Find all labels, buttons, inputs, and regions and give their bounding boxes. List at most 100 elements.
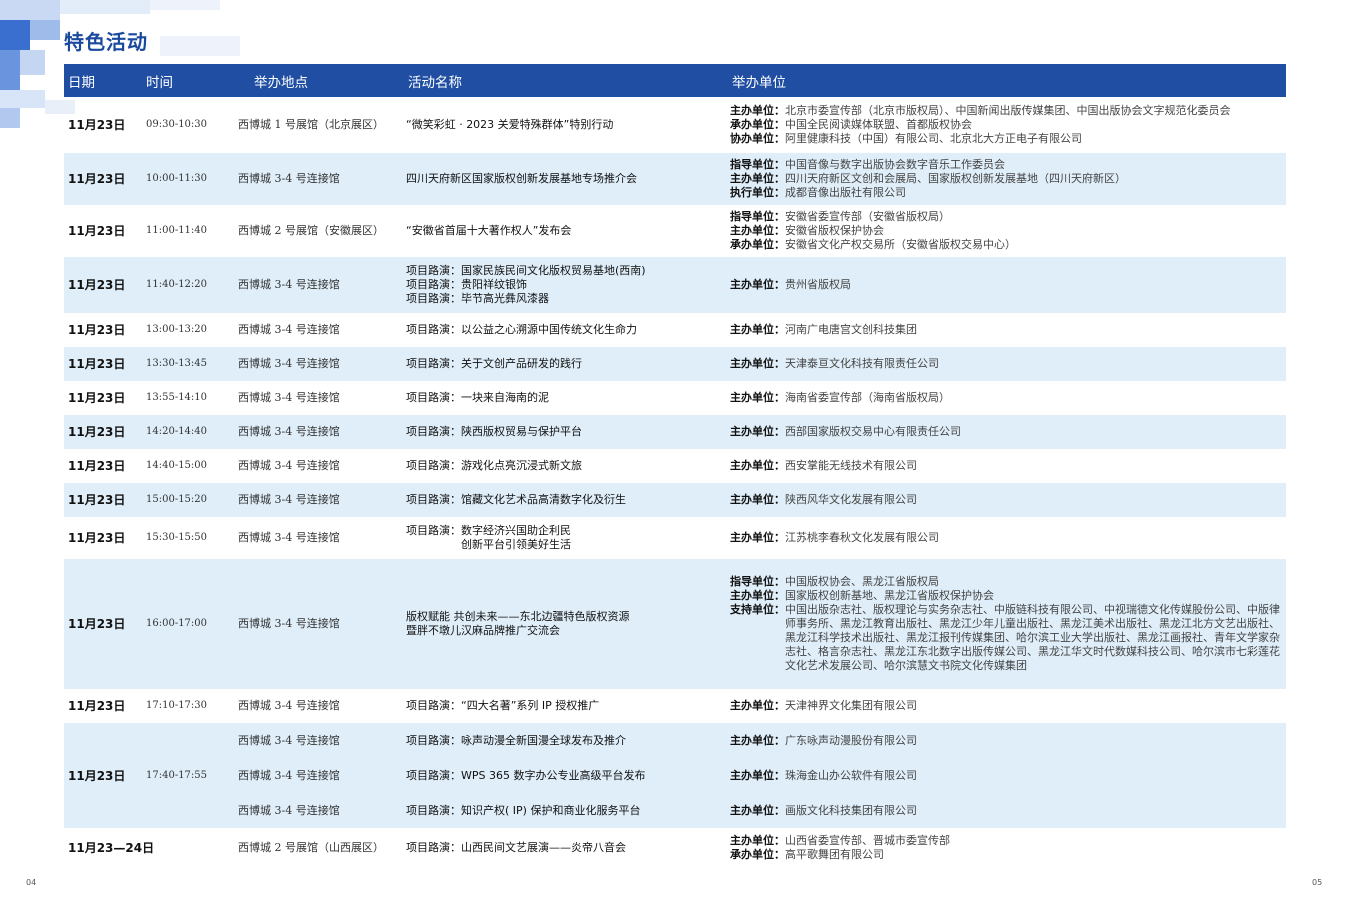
organizer-names: 陕西风华文化发展有限公司: [785, 493, 917, 506]
event-date: 11月23日: [64, 559, 142, 689]
organizer-role: 执行单位：: [730, 186, 785, 199]
table-row: 11月23—24日 西博城 2 号展馆（山西展区） 项目路演：山西民间文艺展演——炎…: [64, 828, 1286, 868]
organizer-role: 主办单位：: [730, 323, 785, 336]
table-row: 11月23日 14:20-14:40 西博城 3-4 号连接馆 项目路演：陕西版权贸易…: [64, 415, 1286, 449]
organizer-cell: 主办单位： 天津神界文化集团有限公司: [726, 689, 1286, 723]
event-name-line: 项目路演：陕西版权贸易与保护平台: [406, 425, 582, 438]
table-header-row: 日期 时间 举办地点 活动名称 举办单位: [64, 64, 1286, 97]
event-name: 项目路演：一块来自海南的泥: [402, 381, 726, 415]
event-name: 项目路演：陕西版权贸易与保护平台: [402, 415, 726, 449]
table-row: 11月23日 10:00-11:30 西博城 3-4 号连接馆 四川天府新区国家版权创…: [64, 153, 1286, 205]
organizer-names: 天津神界文化集团有限公司: [785, 699, 917, 712]
event-venue: 西博城 3-4 号连接馆: [238, 459, 340, 472]
event-date: 11月23日: [68, 323, 126, 337]
organizer-names: 四川天府新区文创和会展局、国家版权创新发展基地（四川天府新区）: [785, 172, 1126, 185]
event-venue: 西博城 3-4 号连接馆: [238, 483, 402, 517]
table-row: 11月23日 17:10-17:30 西博城 3-4 号连接馆 项目路演：“四大名著”…: [64, 689, 1286, 723]
organizer-role: 承办单位：: [730, 238, 785, 251]
organizer-role: 主办单位：: [730, 768, 785, 782]
event-name-line: 项目路演：关于文创产品研发的践行: [406, 357, 582, 370]
event-name: 项目路演：“四大名著”系列 IP 授权推广: [402, 689, 726, 723]
organizer-names: 河南广电唐宫文创科技集团: [785, 323, 917, 336]
event-date: 11月23日: [68, 699, 126, 713]
event-name: “安徽省首届十大著作权人”发布会: [402, 205, 726, 257]
organizer-role: 主办单位：: [730, 589, 785, 602]
organizer-names: 安徽省委宣传部（安徽省版权局）: [785, 210, 950, 223]
event-date: 11月23日: [64, 723, 142, 828]
organizer-names: 高平歌舞团有限公司: [785, 848, 884, 861]
event-date: 11月23—24日: [68, 841, 155, 855]
event-venue: 西博城 3-4 号连接馆: [238, 347, 402, 381]
organizer-cell: 指导单位： 中国版权协会、黑龙江省版权局 主办单位： 国家版权创新基地、黑龙江省版权保…: [726, 559, 1286, 689]
organizer-cell: 主办单位： 广东咏声动漫股份有限公司: [726, 723, 1286, 758]
organizer-names: 中国全民阅读媒体联盟、首都版权协会: [785, 118, 972, 131]
event-name-line: 项目路演：以公益之心溯源中国传统文化生命力: [406, 323, 637, 336]
organizer-names: 海南省委宣传部（海南省版权局）: [785, 391, 950, 404]
organizer-role: 主办单位：: [730, 224, 785, 237]
event-name: 项目路演：关于文创产品研发的践行: [402, 347, 726, 381]
header-time: 时间: [142, 64, 238, 97]
page-number-left: 04: [26, 878, 37, 887]
event-date: 11月23日: [64, 347, 142, 381]
organizer-role: 主办单位：: [730, 104, 785, 117]
event-venue: 西博城 1 号展馆（北京展区）: [238, 118, 384, 131]
event-date: 11月23日: [68, 391, 126, 405]
organizer-line: 执行单位： 成都音像出版社有限公司: [730, 186, 1282, 200]
organizer-role: 主办单位：: [730, 493, 785, 506]
organizer-line: 主办单位： 广东咏声动漫股份有限公司: [730, 734, 1282, 748]
event-time: 15:00-15:20: [142, 483, 238, 517]
table-row: 11月23日 16:00-17:00 西博城 3-4 号连接馆 版权赋能 共创未来——…: [64, 559, 1286, 689]
organizer-role: 主办单位：: [730, 834, 785, 847]
organizer-line: 承办单位： 高平歌舞团有限公司: [730, 848, 1282, 862]
organizer-cell: 主办单位： 贵州省版权局: [726, 257, 1286, 313]
event-time: 13:00-13:20: [146, 324, 208, 335]
event-name: 项目路演：以公益之心溯源中国传统文化生命力: [402, 313, 726, 347]
table-row: 11月23日 14:40-15:00 西博城 3-4 号连接馆 项目路演：游戏化点亮沉…: [64, 449, 1286, 483]
organizer-line: 主办单位： 天津泰亘文化科技有限责任公司: [730, 357, 1282, 371]
organizer-names: 画版文化科技集团有限公司: [785, 803, 917, 817]
organizer-line: 主办单位： 北京市委宣传部（北京市版权局）、中国新闻出版传媒集团、中国出版协会文字…: [730, 104, 1282, 118]
event-date: 11月23日: [68, 531, 126, 545]
organizer-names: 西安掌能无线技术有限公司: [785, 459, 917, 472]
organizer-line: 承办单位： 中国全民阅读媒体联盟、首都版权协会: [730, 118, 1282, 132]
event-venue: 西博城 2 号展馆（山西展区）: [238, 841, 384, 854]
organizer-names: 天津泰亘文化科技有限责任公司: [785, 357, 939, 370]
event-time: 17:40-17:55: [142, 723, 238, 828]
organizer-line: 主办单位： 西安掌能无线技术有限公司: [730, 459, 1282, 473]
table-row: 11月23日 11:40-12:20 西博城 3-4 号连接馆 项目路演：国家民族民间…: [64, 257, 1286, 313]
organizer-role: 支持单位：: [730, 603, 785, 616]
table-row: 西博城 3-4 号连接馆 项目路演：WPS 365 数字办公专业高级平台发布 主办单…: [64, 758, 1286, 793]
event-time: 17:10-17:30: [146, 700, 208, 711]
organizer-cell: 主办单位： 西部国家版权交易中心有限责任公司: [726, 415, 1286, 449]
event-time: 14:40-15:00: [146, 460, 208, 471]
organizer-line: 主办单位： 天津神界文化集团有限公司: [730, 699, 1282, 713]
header-venue: 举办地点: [238, 64, 402, 97]
table-row: 11月23日 13:55-14:10 西博城 3-4 号连接馆 项目路演：一块来自海南…: [64, 381, 1286, 415]
event-time: 16:00-17:00: [142, 559, 238, 689]
organizer-role: 主办单位：: [730, 278, 785, 291]
organizer-line: 主办单位： 四川天府新区文创和会展局、国家版权创新发展基地（四川天府新区）: [730, 172, 1282, 186]
organizer-cell: 主办单位： 西安掌能无线技术有限公司: [726, 449, 1286, 483]
organizer-role: 主办单位：: [730, 357, 785, 370]
table-row: 11月23日 15:00-15:20 西博城 3-4 号连接馆 项目路演：馆藏文化艺术…: [64, 483, 1286, 517]
organizer-role: 指导单位：: [730, 158, 785, 171]
organizer-names: 阿里健康科技（中国）有限公司、北京北大方正电子有限公司: [785, 132, 1082, 145]
event-name: 四川天府新区国家版权创新发展基地专场推介会: [402, 153, 726, 205]
organizer-names: 国家版权创新基地、黑龙江省版权保护协会: [785, 589, 994, 602]
organizer-line: 承办单位： 安徽省文化产权交易所（安徽省版权交易中心）: [730, 238, 1282, 252]
event-date: 11月23日: [68, 224, 126, 238]
event-name: 项目路演：知识产权( IP) 保护和商业化服务平台: [402, 793, 726, 828]
page-number-right: 05: [1312, 878, 1323, 887]
organizer-cell: 主办单位： 江苏桃李春秋文化发展有限公司: [726, 517, 1286, 559]
event-name: 项目路演：国家民族民间文化版权贸易基地(西南) 项目路演：贵阳祥纹银饰 项目路演：毕…: [402, 257, 726, 313]
organizer-role: 主办单位：: [730, 803, 785, 817]
event-date: 11月23日: [68, 459, 126, 473]
header-org: 举办单位: [726, 64, 1286, 97]
organizer-names: 成都音像出版社有限公司: [785, 186, 906, 199]
event-time: 11:40-12:20: [142, 257, 238, 313]
organizer-role: 承办单位：: [730, 118, 785, 131]
event-name: 项目路演：咏声动漫全新国漫全球发布及推介: [402, 723, 726, 758]
organizer-line: 主办单位： 贵州省版权局: [730, 278, 1282, 292]
event-venue: 西博城 2 号展馆（安徽展区）: [238, 224, 384, 237]
event-name-line: 项目路演：毕节高光彝风漆器: [406, 292, 549, 305]
